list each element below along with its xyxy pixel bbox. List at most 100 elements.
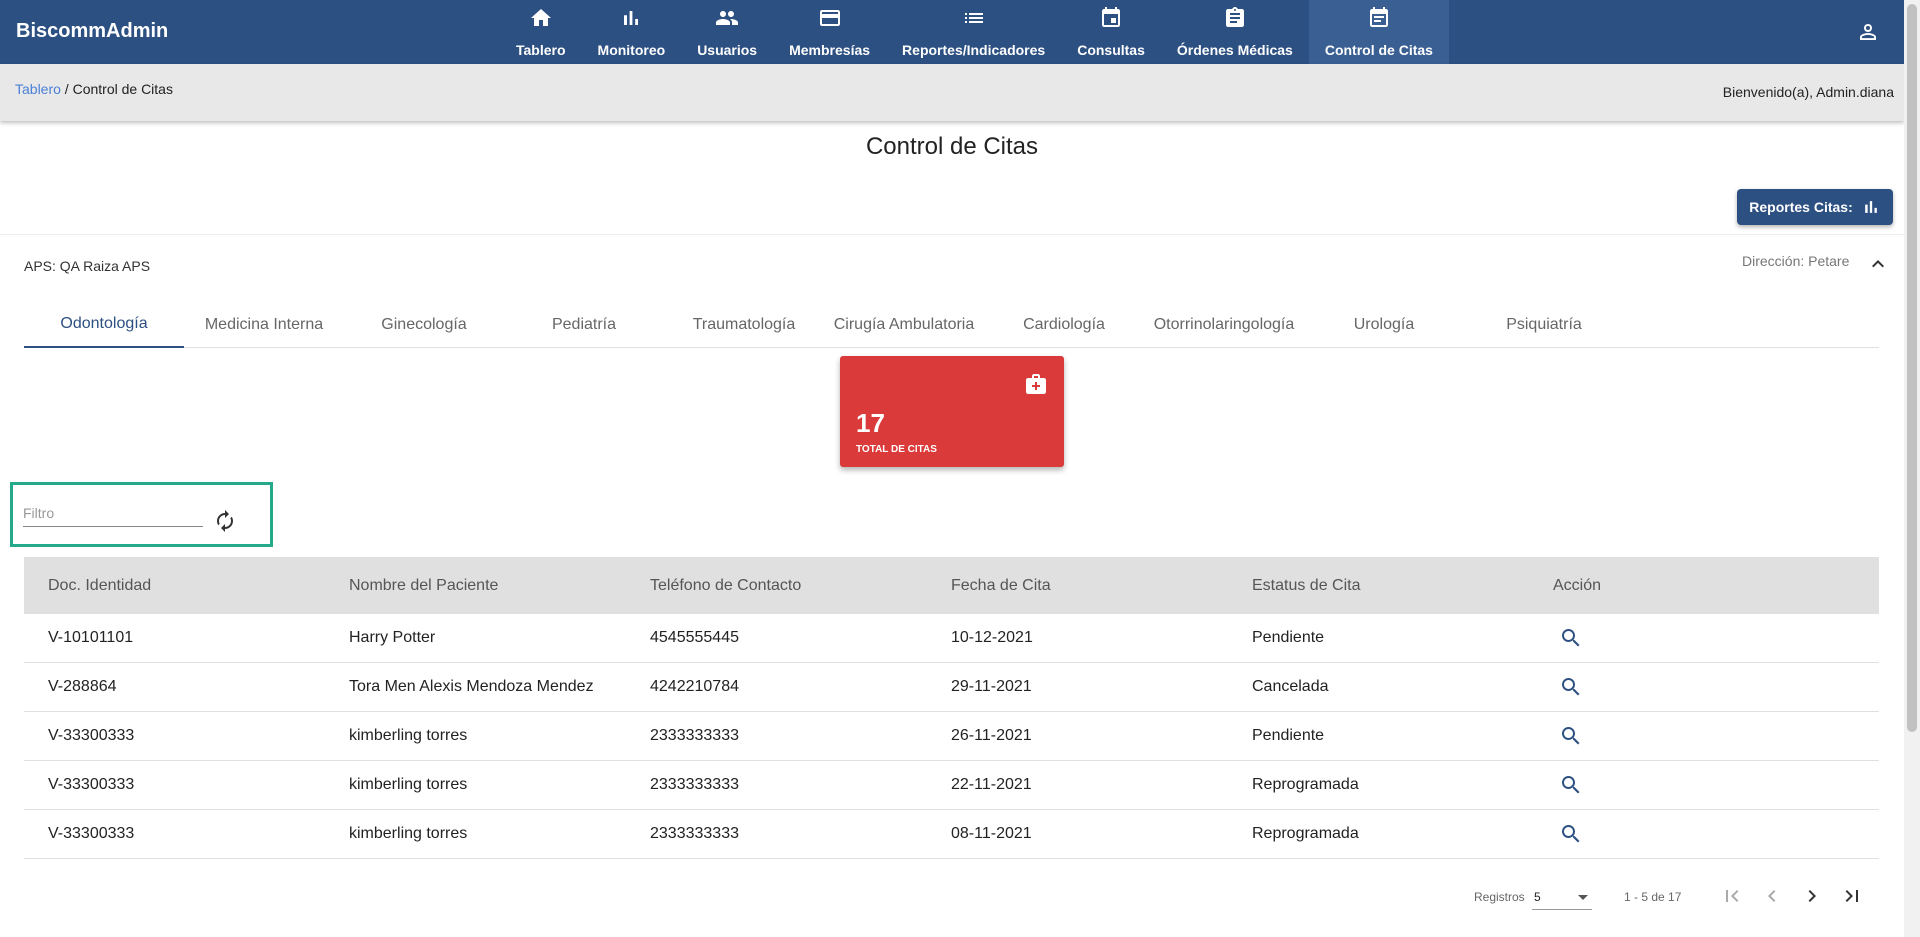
table-row: V-33300333 kimberling torres 2333333333 … — [24, 810, 1879, 859]
total-citas-card: 17 TOTAL DE CITAS — [840, 356, 1064, 467]
aps-label: APS: QA Raiza APS — [24, 258, 151, 274]
chevron-right-icon — [1808, 890, 1816, 902]
tab-cirugia-ambulatoria[interactable]: Cirugía Ambulatoria — [824, 301, 984, 348]
cell-estatus: Cancelada — [1252, 678, 1329, 695]
specialty-tabs: Odontología Medicina Interna Ginecología… — [24, 301, 1879, 348]
view-appointment-button[interactable] — [1559, 773, 1583, 797]
first-page-icon — [1726, 890, 1739, 902]
cell-fecha: 29-11-2021 — [951, 678, 1032, 695]
nav-item-membresias[interactable]: Membresías — [773, 0, 886, 64]
column-header[interactable]: Doc. Identidad — [24, 577, 325, 595]
filter-input[interactable] — [23, 499, 203, 527]
sub-header: Tablero / Control de Citas Bienvenido(a)… — [0, 64, 1904, 121]
breadcrumb-link-tablero[interactable]: Tablero — [15, 81, 61, 97]
nav-item-control-de-citas[interactable]: Control de Citas — [1308, 0, 1449, 64]
cell-telefono: 2333333333 — [650, 825, 739, 842]
cell-accion — [1529, 773, 1830, 797]
account-button[interactable] — [1856, 20, 1880, 44]
main-nav: Tablero Monitoreo Usuarios Membresías Re… — [500, 0, 1449, 64]
page-range: 1 - 5 de 17 — [1624, 890, 1682, 904]
cell-nombre: Tora Men Alexis Mendoza Mendez — [349, 678, 594, 695]
refresh-icon — [217, 510, 233, 532]
cell-nombre: kimberling torres — [349, 825, 468, 842]
credit-card-icon — [819, 10, 840, 26]
welcome-text: Bienvenido(a), Admin.diana — [1722, 84, 1894, 100]
cell-telefono: 2333333333 — [650, 776, 739, 793]
clipboard-icon — [1225, 7, 1244, 27]
tab-traumatologia[interactable]: Traumatología — [664, 301, 824, 348]
filter-section — [10, 482, 273, 547]
refresh-button[interactable] — [213, 509, 237, 533]
page-size-value: 5 — [1534, 890, 1541, 904]
top-navbar: BiscommAdmin Tablero Monitoreo Usuarios … — [0, 0, 1904, 64]
cell-estatus: Reprogramada — [1252, 825, 1359, 842]
cell-telefono: 4242210784 — [650, 678, 739, 695]
page-title: Control de Citas — [865, 133, 1039, 160]
search-icon — [1562, 629, 1580, 647]
view-appointment-button[interactable] — [1559, 724, 1583, 748]
cell-doc-identidad: V-33300333 — [48, 776, 135, 793]
column-header: Acción — [1553, 576, 1602, 594]
scrollbar-thumb[interactable] — [1907, 4, 1917, 732]
total-citas-label: TOTAL DE CITAS — [856, 444, 937, 455]
column-header[interactable]: Fecha de Cita — [927, 577, 1228, 595]
reportes-citas-label: Reportes Citas: — [1749, 199, 1853, 215]
people-icon — [716, 11, 739, 25]
view-appointment-button[interactable] — [1559, 626, 1583, 650]
view-appointment-button[interactable] — [1559, 675, 1583, 699]
nav-item-label: Reportes/Indicadores — [902, 42, 1046, 58]
nav-item-usuarios[interactable]: Usuarios — [681, 0, 773, 64]
paginator: Registros 5 1 - 5 de 17 — [1470, 880, 1890, 912]
cell-doc-identidad: V-10101101 — [48, 629, 134, 646]
calendar-icon — [1102, 7, 1121, 27]
tab-urologia[interactable]: Urología — [1304, 301, 1464, 348]
cell-doc-identidad: V-33300333 — [48, 825, 135, 842]
brand-title[interactable]: BiscommAdmin — [16, 20, 168, 43]
nav-item-label: Usuarios — [697, 42, 758, 58]
vertical-scrollbar[interactable] — [1904, 0, 1920, 937]
table-row: V-33300333 kimberling torres 2333333333 … — [24, 761, 1879, 810]
cell-accion — [1529, 724, 1830, 748]
cell-nombre: kimberling torres — [349, 727, 468, 744]
page-size-label: Registros — [1474, 890, 1525, 904]
page-size-select[interactable]: 5 — [1532, 884, 1592, 910]
nav-item-reportes[interactable]: Reportes/Indicadores — [886, 0, 1061, 64]
cell-accion — [1529, 626, 1830, 650]
column-header[interactable]: Teléfono de Contacto — [626, 577, 927, 595]
table-row: V-33300333 kimberling torres 2333333333 … — [24, 712, 1879, 761]
tab-cardiologia[interactable]: Cardiología — [984, 301, 1144, 348]
home-icon — [530, 9, 551, 26]
tab-medicina-interna[interactable]: Medicina Interna — [184, 301, 344, 348]
tab-psiquiatria[interactable]: Psiquiatría — [1464, 301, 1624, 348]
tab-odontologia[interactable]: Odontología — [24, 301, 184, 348]
nav-item-consultas[interactable]: Consultas — [1061, 0, 1161, 64]
reportes-citas-button[interactable]: Reportes Citas: — [1737, 189, 1893, 225]
nav-item-monitoreo[interactable]: Monitoreo — [582, 0, 682, 64]
dropdown-arrow-icon — [1578, 895, 1588, 900]
search-icon — [1562, 825, 1580, 843]
breadcrumb-current: Control de Citas — [72, 81, 173, 97]
last-page-button[interactable] — [1840, 884, 1864, 908]
next-page-button[interactable] — [1800, 884, 1824, 908]
nav-item-label: Monitoreo — [597, 42, 666, 58]
nav-item-ordenes-medicas[interactable]: Órdenes Médicas — [1161, 0, 1309, 64]
search-icon — [1562, 678, 1580, 696]
previous-page-button[interactable] — [1760, 884, 1784, 908]
nav-item-tablero[interactable]: Tablero — [500, 0, 582, 64]
column-header[interactable]: Nombre del Paciente — [325, 577, 626, 595]
view-appointment-button[interactable] — [1559, 822, 1583, 846]
cell-fecha: 10-12-2021 — [951, 629, 1033, 646]
tab-otorrinolaringologia[interactable]: Otorrinolaringología — [1144, 301, 1304, 348]
nav-item-label: Consultas — [1077, 42, 1145, 58]
tab-ginecologia[interactable]: Ginecología — [344, 301, 504, 348]
column-header[interactable]: Estatus de Cita — [1228, 577, 1529, 595]
direccion-label: Dirección: Petare — [1742, 253, 1850, 269]
cell-doc-identidad: V-288864 — [48, 678, 117, 695]
chevron-left-icon — [1768, 890, 1776, 902]
collapse-button[interactable] — [1866, 252, 1890, 276]
tab-pediatria[interactable]: Pediatría — [504, 301, 664, 348]
chevron-up-icon — [1872, 260, 1884, 268]
last-page-icon — [1845, 890, 1858, 902]
first-page-button[interactable] — [1720, 884, 1744, 908]
cell-accion — [1529, 822, 1830, 846]
